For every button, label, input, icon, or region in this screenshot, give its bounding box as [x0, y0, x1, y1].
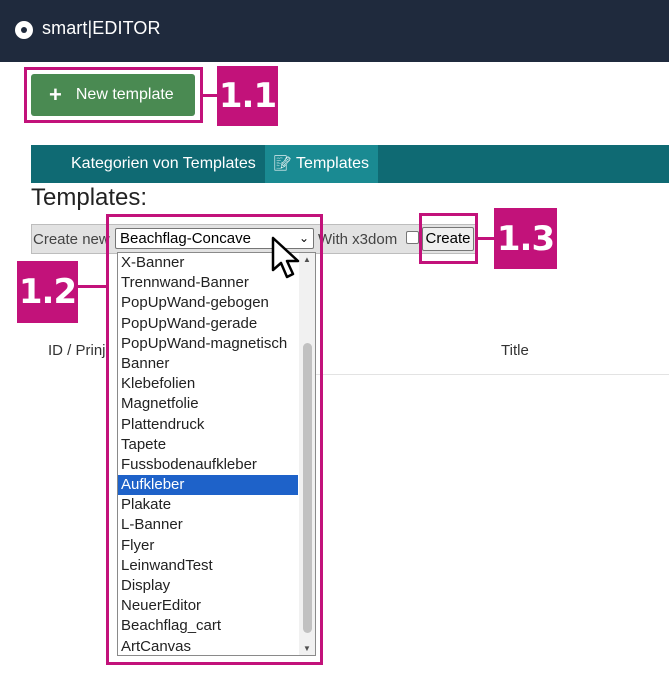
callout-box-1-1 [24, 67, 203, 123]
table-divider [316, 374, 669, 375]
mouse-cursor-icon [271, 236, 300, 279]
app-header: smart|EDITOR [0, 0, 669, 62]
callout-connector-1-3 [478, 237, 494, 240]
callout-connector-1-2 [78, 285, 106, 288]
with-x3dom-label: With x3dom [318, 231, 398, 248]
tab-templates-label: Templates [296, 155, 369, 172]
logo-icon [15, 21, 33, 39]
callout-connector-1-1 [203, 94, 217, 97]
tab-bar: Kategorien von Templates 📝︎ Templates [31, 145, 669, 183]
create-new-label: Create new [33, 231, 110, 248]
tab-kategorien[interactable]: Kategorien von Templates [71, 145, 256, 183]
tab-kategorien-label: Kategorien von Templates [71, 155, 256, 172]
callout-label-1-3: 1.3 [494, 208, 557, 269]
x3dom-checkbox[interactable] [406, 231, 419, 244]
tab-templates[interactable]: 📝︎ Templates [265, 145, 378, 183]
column-header-title: Title [501, 342, 529, 359]
edit-icon: 📝︎ [273, 155, 293, 172]
callout-label-1-2: 1.2 [17, 261, 78, 323]
callout-label-1-1: 1.1 [217, 66, 278, 126]
callout-box-1-3 [419, 213, 478, 264]
page-title: Templates: [31, 184, 148, 211]
app-title: smart|EDITOR [42, 18, 161, 38]
column-header-id: ID / Prinj [48, 342, 106, 359]
